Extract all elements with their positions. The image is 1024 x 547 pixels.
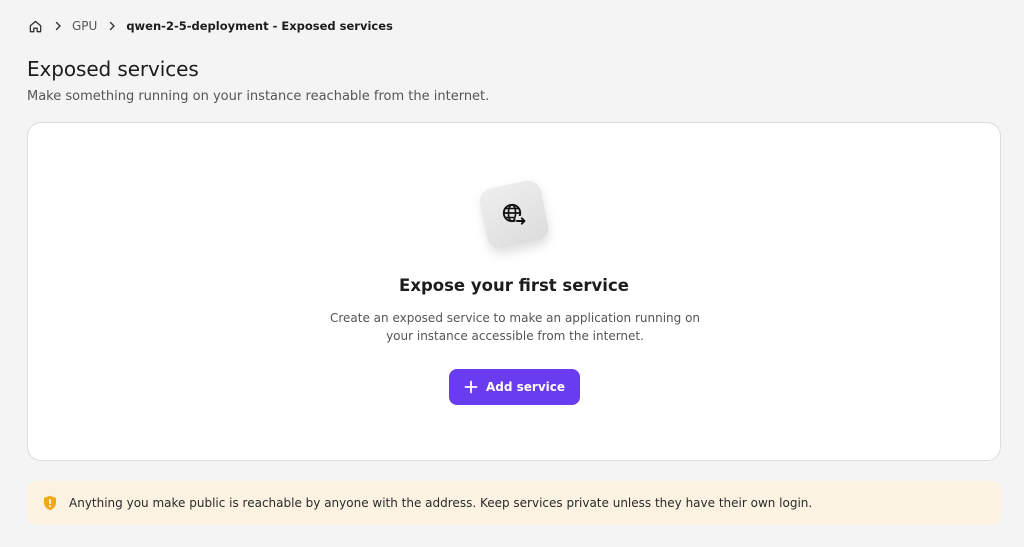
empty-state-card: Expose your first service Create an expo… [27,122,1001,461]
breadcrumb-item-current: qwen-2-5-deployment - Exposed services [126,19,393,33]
empty-state-description: Create an exposed service to make an app… [329,311,701,343]
page-title: Exposed services [27,57,199,81]
chevron-right-icon [105,19,119,33]
page: GPU qwen-2-5-deployment - Exposed servic… [0,0,1024,547]
empty-state-title: Expose your first service [399,276,629,295]
plus-icon [464,380,478,394]
shield-warning-icon [42,495,58,511]
globe-arrow-icon [477,177,551,251]
add-service-button[interactable]: Add service [449,369,580,405]
add-service-label: Add service [485,380,566,394]
warning-banner: Anything you make public is reachable by… [27,481,1001,525]
home-icon[interactable] [27,18,43,34]
warning-banner-text: Anything you make public is reachable by… [69,496,813,510]
chevron-right-icon [51,19,65,33]
breadcrumb-item-gpu[interactable]: GPU [72,19,97,33]
page-subtitle: Make something running on your instance … [27,89,490,104]
breadcrumb: GPU qwen-2-5-deployment - Exposed servic… [27,17,393,35]
